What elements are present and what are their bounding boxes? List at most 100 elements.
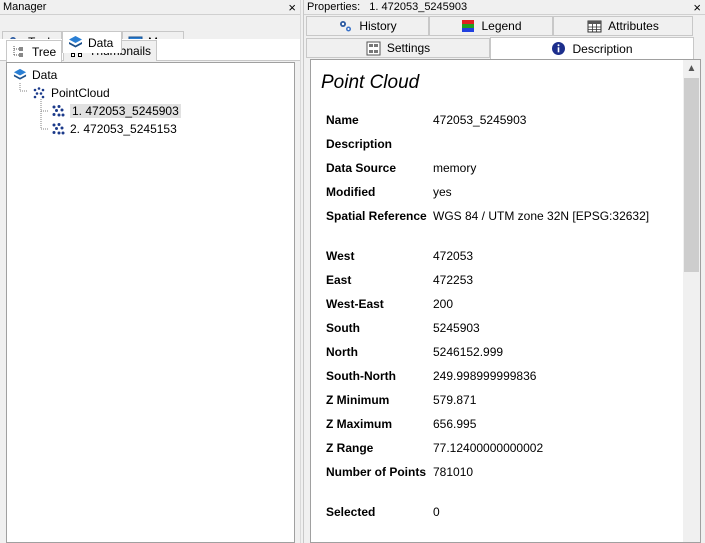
tab-settings-label: Settings [386, 41, 431, 55]
tree-node-item-2-label: 2. 472053_5245153 [70, 121, 177, 136]
gears-icon [338, 19, 353, 34]
property-key: Description [326, 137, 393, 151]
property-row: West-East 200 [321, 296, 671, 320]
tree-node-pointcloud[interactable]: PointCloud [32, 84, 110, 101]
property-row: West 472053 [321, 248, 671, 272]
layers-icon [68, 35, 83, 50]
properties-pane: Properties: 1. 472053_5245903 × History … [304, 0, 705, 543]
properties-titlebar: Properties: 1. 472053_5245903 × [304, 0, 705, 15]
properties-table: Name 472053_5245903 Description Data Source… [321, 112, 671, 528]
property-key: North [326, 345, 358, 359]
property-value: 5245903 [433, 321, 480, 335]
tree-node-item-1[interactable]: 1. 472053_5245903 [51, 102, 181, 119]
property-value: 0 [433, 505, 440, 519]
property-key: South-North [326, 369, 396, 383]
tree-node-data-label: Data [32, 67, 58, 82]
property-key: Selected [326, 505, 376, 519]
data-tree: Data PointCloud 1. 472053_5245903 2. 472… [6, 62, 295, 543]
property-row: North 5246152.999 [321, 344, 671, 368]
property-row: Selected 0 [321, 504, 671, 528]
property-value: 77.12400000000002 [433, 441, 544, 455]
property-key: Data Source [326, 161, 397, 175]
property-row: Data Source memory [321, 160, 671, 184]
tab-history[interactable]: History [306, 16, 429, 36]
property-key: West [326, 249, 355, 263]
tree-icon [12, 44, 27, 59]
tree-node-item-1-label: 1. 472053_5245903 [70, 103, 181, 118]
properties-title-label: Properties: [307, 1, 361, 13]
manager-subtabs: Tree Thumbnails [0, 39, 300, 62]
properties-title-value: 1. 472053_5245903 [369, 1, 468, 13]
layers-icon [13, 68, 27, 82]
property-key: Z Minimum [326, 393, 390, 407]
tree-node-item-2[interactable]: 2. 472053_5245153 [51, 120, 177, 137]
property-row: Description [321, 136, 671, 160]
property-key: Z Maximum [326, 417, 393, 431]
property-value: WGS 84 / UTM zone 32N [EPSG:32632] [433, 209, 650, 223]
property-value: 249.998999999836 [433, 369, 537, 383]
properties-tabs-row-1: History Legend Attributes [304, 16, 705, 37]
property-row: South-North 249.998999999836 [321, 368, 671, 392]
tab-settings[interactable]: Settings [306, 38, 490, 58]
tree-node-pointcloud-label: PointCloud [51, 85, 110, 100]
property-value: 781010 [433, 465, 474, 479]
property-value: 579.871 [433, 393, 477, 407]
property-value: 472253 [433, 273, 474, 287]
info-icon [551, 41, 566, 56]
point-cloud-icon [32, 86, 46, 100]
manager-close-icon[interactable]: × [288, 0, 296, 15]
property-row: Z Range 77.12400000000002 [321, 440, 671, 464]
manager-title: Manager [3, 1, 47, 13]
scroll-up-icon[interactable]: ▲ [683, 62, 700, 76]
properties-close-icon[interactable]: × [693, 0, 701, 15]
tree-node-data[interactable]: Data [13, 66, 57, 83]
property-key: East [326, 273, 352, 287]
property-row: Number of Points 781010 [321, 464, 671, 504]
property-value [433, 136, 671, 160]
property-value: 472053 [433, 249, 474, 263]
subtab-tree[interactable]: Tree [6, 40, 62, 62]
point-cloud-icon [51, 104, 65, 118]
tab-attributes[interactable]: Attributes [553, 16, 693, 36]
description-title: Point Cloud [321, 72, 420, 93]
property-value: 5246152.999 [433, 345, 504, 359]
property-row: Spatial Reference WGS 84 / UTM zone 32N [… [321, 208, 671, 248]
tab-attributes-label: Attributes [608, 19, 659, 33]
property-row: Modified yes [321, 184, 671, 208]
vertical-scrollbar[interactable]: ▲ [683, 60, 700, 542]
property-row: Z Maximum 656.995 [321, 416, 671, 440]
tab-legend[interactable]: Legend [429, 16, 553, 36]
settings-icon [366, 41, 381, 56]
scrollbar-thumb[interactable] [684, 78, 699, 272]
property-value: memory [433, 161, 477, 175]
property-value: 472053_5245903 [433, 113, 527, 127]
tab-data[interactable]: Data [62, 31, 122, 53]
point-cloud-icon [51, 122, 65, 136]
property-key: Name [326, 113, 359, 127]
tab-description[interactable]: Description [490, 37, 694, 59]
property-row: South 5245903 [321, 320, 671, 344]
property-key: Spatial Reference [326, 209, 427, 223]
property-row: Name 472053_5245903 [321, 112, 671, 136]
subtab-tree-label: Tree [32, 44, 57, 59]
description-panel: Point Cloud Name 472053_5245903 Descriptio… [310, 59, 701, 543]
manager-titlebar: Manager × [0, 0, 300, 15]
property-value: 200 [433, 297, 454, 311]
tab-history-label: History [359, 19, 397, 33]
table-icon [587, 19, 602, 34]
property-value: 656.995 [433, 417, 477, 431]
property-key: South [326, 321, 360, 335]
property-key: Number of Points [326, 465, 427, 479]
property-key: West-East [326, 297, 384, 311]
property-value: yes [433, 185, 452, 199]
tab-description-label: Description [572, 41, 633, 56]
property-row: East 472253 [321, 272, 671, 296]
property-row: Z Minimum 579.871 [321, 392, 671, 416]
property-key: Modified [326, 185, 376, 199]
properties-tabs-row-2: Settings Description [304, 37, 705, 59]
manager-pane: Manager × Tools Data Maps Tree [0, 0, 300, 543]
property-key: Z Range [326, 441, 374, 455]
tab-legend-label: Legend [481, 19, 522, 33]
legend-icon [460, 19, 475, 34]
tab-data-label: Data [88, 35, 114, 50]
